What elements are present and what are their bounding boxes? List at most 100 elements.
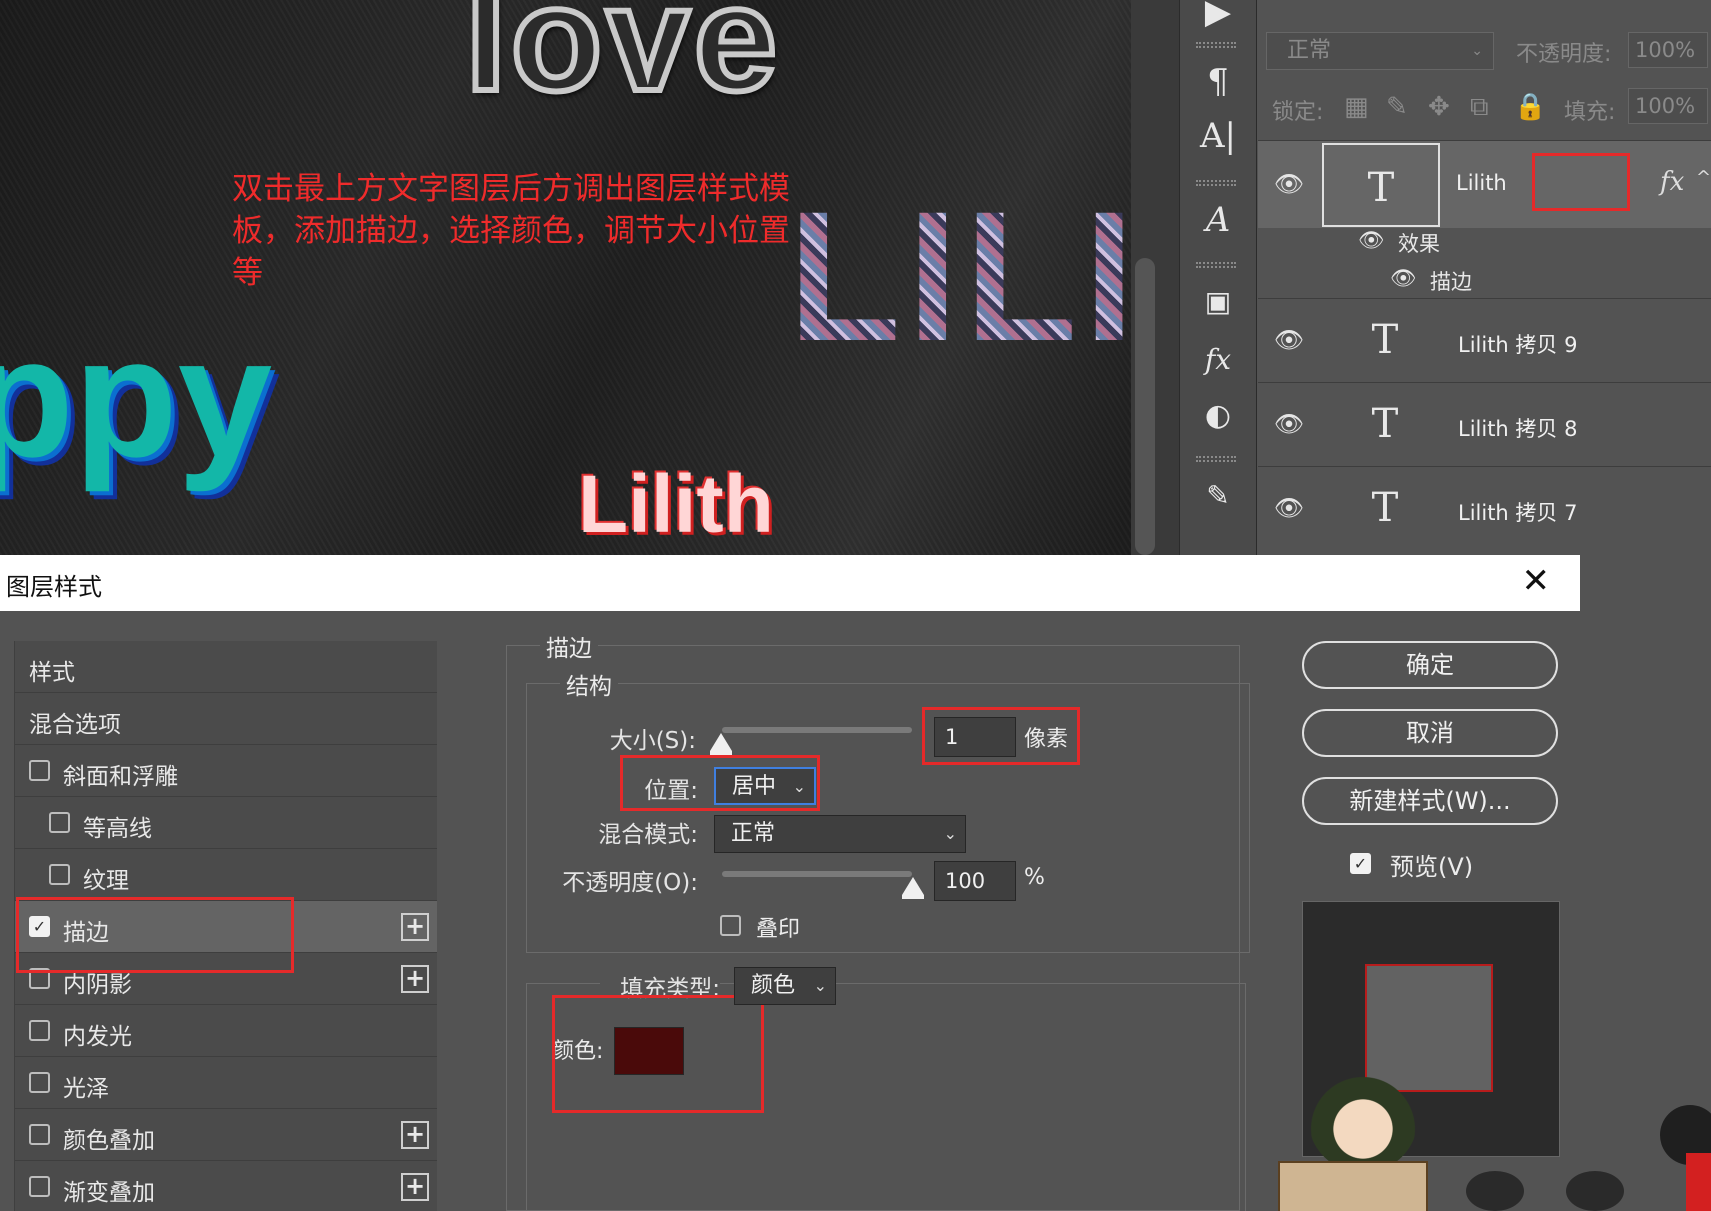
fill-input[interactable]: 100% [1628, 88, 1708, 124]
opacity-input[interactable]: 100 [934, 861, 1016, 901]
highlight-box-stroke [16, 897, 294, 973]
size-slider[interactable] [722, 727, 912, 733]
eye-icon[interactable]: 👁 [1272, 167, 1306, 201]
sticker-bowl [1466, 1171, 1524, 1211]
character-icon[interactable]: A| [1194, 112, 1242, 160]
lock-all-icon[interactable]: 🔒 [1514, 92, 1546, 122]
list-item-label: 样式 [29, 660, 75, 686]
eye-icon[interactable]: 👁 [1272, 407, 1306, 441]
fx-icon[interactable]: fx [1194, 336, 1242, 384]
opacity-slider[interactable] [722, 871, 912, 877]
add-stroke-icon[interactable]: + [401, 913, 429, 941]
ok-button[interactable]: 确定 [1302, 641, 1558, 689]
chevron-down-icon: ⌄ [943, 824, 957, 843]
bevel-checkbox[interactable] [29, 760, 50, 781]
text-layer-thumbnail-icon: T [1371, 401, 1399, 447]
play-icon[interactable]: ▶ [1194, 0, 1242, 36]
grip-handle[interactable] [1196, 180, 1236, 186]
3d-icon[interactable]: ▣ [1194, 278, 1242, 326]
list-item-texture[interactable]: 纹理 [15, 849, 437, 901]
lock-label: 锁定: [1272, 100, 1324, 125]
lock-artboard-icon[interactable]: ⧉ [1470, 92, 1489, 123]
list-item-color-overlay[interactable]: 颜色叠加 + [15, 1109, 437, 1161]
stroke-effect-label[interactable]: 描边 [1430, 266, 1472, 296]
opacity-input[interactable]: 100% [1628, 32, 1708, 68]
grip-handle[interactable] [1196, 262, 1236, 268]
layer-row-lilith[interactable]: 👁 T Lilith fx ^ [1258, 140, 1711, 228]
list-item-label: 渐变叠加 [63, 1180, 155, 1206]
sticker-seal [1686, 1153, 1711, 1211]
satin-checkbox[interactable] [29, 1072, 50, 1093]
dialog-titlebar[interactable]: 图层样式 ✕ [0, 555, 1580, 611]
highlight-box-size [922, 707, 1080, 765]
lock-position-icon[interactable]: ✥ [1428, 92, 1450, 122]
lock-pixels-icon[interactable]: ✎ [1386, 92, 1408, 122]
layer-name[interactable]: Lilith 拷贝 8 [1458, 413, 1577, 443]
list-item-contour[interactable]: 等高线 [15, 797, 437, 849]
list-item-label: 斜面和浮雕 [63, 764, 178, 790]
list-item-bevel-emboss[interactable]: 斜面和浮雕 [15, 745, 437, 797]
gradient-overlay-checkbox[interactable] [29, 1176, 50, 1197]
layer-name[interactable]: Lilith 拷贝 7 [1458, 497, 1577, 527]
layer-style-dialog: 图层样式 ✕ 样式 混合选项 斜面和浮雕 等高线 纹理 ✓ 描边 + 内阴影 + 内发… [0, 555, 1711, 1211]
blend-mode-select[interactable]: 正常 ⌄ [714, 815, 966, 853]
inner-glow-checkbox[interactable] [29, 1020, 50, 1041]
add-inner-shadow-icon[interactable]: + [401, 965, 429, 993]
opacity-label: 不透明度(O): [562, 870, 698, 896]
list-item-label: 混合选项 [29, 712, 121, 738]
blend-mode-value: 正常 [731, 821, 776, 846]
adjustments-icon[interactable]: ◐ [1194, 392, 1242, 440]
grip-handle[interactable] [1196, 42, 1236, 48]
color-overlay-checkbox[interactable] [29, 1124, 50, 1145]
list-item-label: 等高线 [83, 816, 152, 842]
layer-row-lilith-copy-7[interactable]: 👁 T Lilith 拷贝 7 [1258, 466, 1711, 550]
size-slider-handle[interactable] [710, 733, 732, 755]
fill-type-select[interactable]: 颜色 ⌄ [734, 967, 836, 1005]
list-item-styles[interactable]: 样式 [15, 641, 437, 693]
list-item-satin[interactable]: 光泽 [15, 1057, 437, 1109]
lock-transparent-icon[interactable]: ▦ [1344, 92, 1369, 122]
list-item-label: 光泽 [63, 1076, 109, 1102]
highlight-box-position [620, 755, 820, 811]
fill-label: 填充: [1564, 100, 1616, 125]
grip-handle[interactable] [1196, 456, 1236, 462]
add-color-overlay-icon[interactable]: + [401, 1121, 429, 1149]
scrollbar-thumb[interactable] [1135, 258, 1155, 555]
list-item-blending-options[interactable]: 混合选项 [15, 693, 437, 745]
cancel-button[interactable]: 取消 [1302, 709, 1558, 757]
contour-checkbox[interactable] [49, 812, 70, 833]
canvas-scrollbar[interactable] [1131, 0, 1179, 555]
eye-icon[interactable]: 👁 [1390, 266, 1417, 291]
layer-name[interactable]: Lilith 拷贝 9 [1458, 329, 1577, 359]
new-style-button[interactable]: 新建样式(W)... [1302, 777, 1558, 825]
dialog-title: 图层样式 [6, 573, 102, 601]
overprint-checkbox[interactable] [720, 915, 741, 936]
layer-effects-group: 👁 效果 👁 描边 [1258, 228, 1711, 298]
opacity-slider-handle[interactable] [902, 877, 924, 899]
eye-icon[interactable]: 👁 [1272, 491, 1306, 525]
layer-name[interactable]: Lilith [1456, 171, 1507, 195]
close-icon[interactable]: ✕ [1522, 561, 1551, 601]
glyphs-icon[interactable]: A [1194, 196, 1242, 244]
fx-icon[interactable]: fx [1660, 167, 1684, 197]
chevron-up-icon[interactable]: ^ [1696, 167, 1711, 188]
layer-row-lilith-copy-8[interactable]: 👁 T Lilith 拷贝 8 [1258, 382, 1711, 466]
add-gradient-overlay-icon[interactable]: + [401, 1173, 429, 1201]
document-canvas[interactable]: love ppy LILI Lilith 双击最上方文字图层后方调出图层样式模板… [0, 0, 1131, 555]
highlight-box-color [552, 995, 764, 1113]
brush-settings-icon[interactable]: ✎ [1194, 472, 1242, 520]
fill-type-value: 颜色 [751, 973, 796, 998]
texture-checkbox[interactable] [49, 864, 70, 885]
eye-icon[interactable]: 👁 [1358, 228, 1385, 253]
sticker-character [1308, 1063, 1418, 1173]
effects-label: 效果 [1398, 232, 1440, 256]
preview-checkbox[interactable]: ✓ [1350, 853, 1371, 874]
list-item-gradient-overlay[interactable]: 渐变叠加 + [15, 1161, 437, 1211]
layer-row-lilith-copy-9[interactable]: 👁 T Lilith 拷贝 9 [1258, 298, 1711, 382]
list-item-inner-glow[interactable]: 内发光 [15, 1005, 437, 1057]
paragraph-icon[interactable]: ¶ [1194, 58, 1242, 106]
layer-blend-mode-select[interactable]: 正常 ⌄ [1266, 32, 1494, 70]
structure-group-title: 结构 [560, 667, 618, 701]
chevron-down-icon: ⌄ [1471, 43, 1483, 59]
eye-icon[interactable]: 👁 [1272, 323, 1306, 357]
